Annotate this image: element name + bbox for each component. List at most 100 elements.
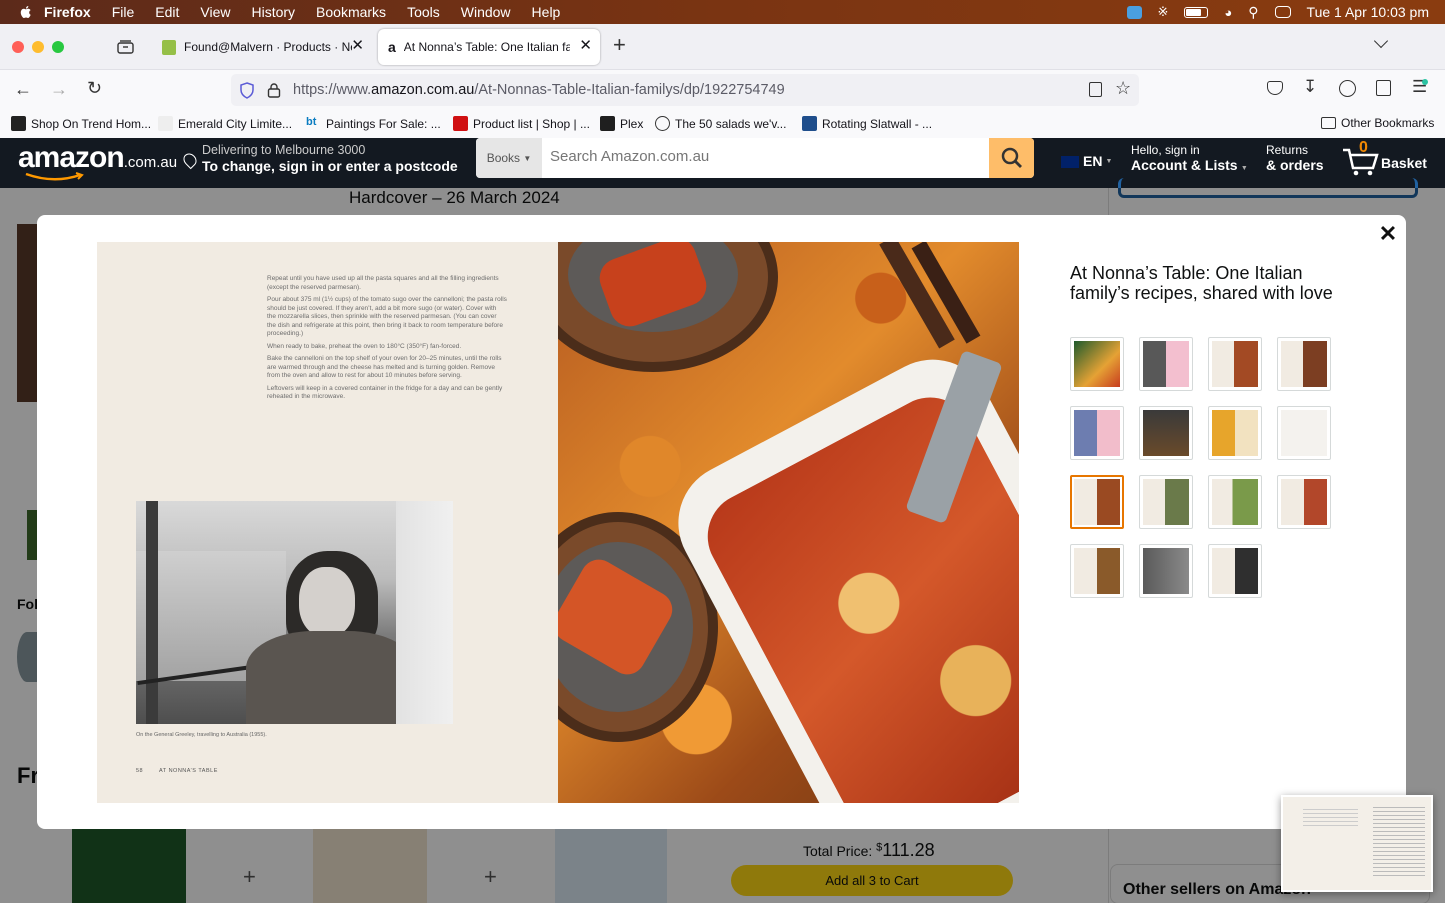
screenshot-preview-thumbnail[interactable] bbox=[1281, 795, 1433, 892]
search-button[interactable] bbox=[989, 138, 1034, 178]
back-arrow-icon[interactable]: ← bbox=[14, 79, 32, 100]
bookmark-label: Emerald City Limite... bbox=[178, 116, 293, 131]
thumbnail[interactable] bbox=[1277, 337, 1331, 391]
thumbnail[interactable] bbox=[1070, 406, 1124, 460]
bt-favicon-icon: bt bbox=[306, 116, 317, 128]
bookmark-item[interactable]: Emerald City Limite... bbox=[158, 116, 292, 131]
thumbnail-image bbox=[1074, 479, 1120, 525]
menu-file[interactable]: File bbox=[112, 4, 135, 20]
account-lists[interactable]: Hello, sign in Account & Lists ▼ bbox=[1131, 143, 1248, 176]
caret-down-icon: ▼ bbox=[1240, 165, 1248, 172]
lock-icon[interactable] bbox=[267, 82, 281, 98]
menu-edit[interactable]: Edit bbox=[155, 4, 179, 20]
reader-view-icon[interactable] bbox=[1089, 82, 1102, 97]
forward-arrow-icon[interactable]: → bbox=[50, 79, 68, 100]
language-selector[interactable]: EN ▼ bbox=[1061, 154, 1112, 169]
thumbnail[interactable] bbox=[1208, 544, 1262, 598]
deliver-line-1: Delivering to Melbourne 3000 bbox=[202, 143, 366, 157]
wifi-icon[interactable]: ◕ bbox=[1224, 5, 1232, 20]
returns-orders[interactable]: Returns & orders bbox=[1266, 143, 1324, 174]
url-bar[interactable]: https://www. amazon.com.au/At-Nonnas-Tabl… bbox=[231, 74, 1139, 106]
menu-app-name[interactable]: Firefox bbox=[44, 4, 91, 20]
menu-history[interactable]: History bbox=[251, 4, 295, 20]
thumbnail[interactable] bbox=[1277, 475, 1331, 529]
returns-line-1: Returns bbox=[1266, 143, 1309, 157]
url-domain: amazon.com.au bbox=[371, 82, 475, 98]
new-tab-icon[interactable]: + bbox=[613, 34, 626, 56]
reload-icon[interactable]: ↻ bbox=[87, 78, 102, 99]
window-close-button[interactable] bbox=[12, 41, 24, 53]
menu-help[interactable]: Help bbox=[532, 4, 561, 20]
thumbnail-image bbox=[1281, 341, 1327, 387]
delivery-location[interactable]: Delivering to Melbourne 3000 To change, s… bbox=[202, 142, 458, 175]
browser-nav-bar: ← → ↻ https://www. amazon.com.au/At-Nonna… bbox=[0, 70, 1445, 110]
control-center-icon[interactable] bbox=[1274, 6, 1291, 18]
globe-icon bbox=[655, 116, 670, 131]
bluetooth-icon[interactable]: ※ bbox=[1158, 4, 1169, 20]
amazon-logo[interactable]: amazon.com.au bbox=[18, 141, 177, 175]
window-zoom-button[interactable] bbox=[52, 41, 64, 53]
thumbnail[interactable] bbox=[1139, 544, 1193, 598]
thumbnail[interactable] bbox=[1208, 337, 1262, 391]
menu-tools[interactable]: Tools bbox=[407, 4, 440, 20]
menu-window[interactable]: Window bbox=[461, 4, 511, 20]
bookmark-star-icon[interactable]: ☆ bbox=[1115, 78, 1131, 99]
thumbnail-selected[interactable] bbox=[1070, 475, 1124, 529]
thumbnail[interactable] bbox=[1208, 475, 1262, 529]
deliver-line-2: To change, sign in or enter a postcode bbox=[202, 158, 458, 174]
menubar-clock[interactable]: Tue 1 Apr 10:03 pm bbox=[1307, 4, 1429, 20]
tab-found-malvern[interactable]: Found@Malvern · Products · Ne ✕ bbox=[152, 29, 372, 65]
thumbnail[interactable] bbox=[1208, 406, 1262, 460]
finder-status-icon[interactable] bbox=[1126, 5, 1142, 19]
thumbnail[interactable] bbox=[1139, 475, 1193, 529]
bookmark-item[interactable]: Product list | Shop | ... bbox=[453, 116, 590, 131]
amazon-logo-text: amazon bbox=[18, 141, 125, 174]
tab-at-nonnas-table[interactable]: a At Nonna’s Table: One Italian fa ✕ bbox=[378, 29, 600, 65]
thumbnail[interactable] bbox=[1070, 544, 1124, 598]
firefox-view-icon[interactable] bbox=[117, 39, 134, 54]
spotlight-search-icon[interactable]: ⚲ bbox=[1248, 4, 1258, 21]
returns-line-2: & orders bbox=[1266, 157, 1324, 173]
thumbnail-image bbox=[1143, 548, 1189, 594]
location-pin-icon bbox=[180, 150, 200, 170]
thumbnail[interactable] bbox=[1277, 406, 1331, 460]
image-viewer-modal: Repeat until you have used up all the pa… bbox=[37, 215, 1406, 829]
search-input[interactable]: Search Amazon.com.au bbox=[542, 138, 989, 178]
search-category-select[interactable]: Books ▼ bbox=[476, 138, 542, 178]
thumbnail[interactable] bbox=[1139, 337, 1193, 391]
window-minimize-button[interactable] bbox=[32, 41, 44, 53]
thumbnail-image bbox=[1143, 479, 1189, 525]
menu-bookmarks[interactable]: Bookmarks bbox=[316, 4, 386, 20]
bookmark-item[interactable]: bt Paintings For Sale: ... bbox=[306, 116, 441, 131]
basket-count: 0 bbox=[1359, 139, 1368, 156]
bookmark-item[interactable]: Rotating Slatwall - ... bbox=[802, 116, 932, 131]
bookmark-item[interactable]: The 50 salads we'v... bbox=[655, 116, 786, 131]
recipe-text: Repeat until you have used up all the pa… bbox=[267, 275, 507, 406]
thumbnail[interactable] bbox=[1070, 337, 1124, 391]
bookmarks-toolbar: Shop On Trend Hom... Emerald City Limite… bbox=[0, 110, 1445, 138]
apple-icon[interactable] bbox=[18, 4, 34, 20]
slatwall-favicon-icon bbox=[802, 116, 817, 131]
amazon-smile-arrow-icon bbox=[25, 172, 84, 181]
caret-down-icon: ▼ bbox=[1105, 158, 1113, 165]
preview-text-lines bbox=[1303, 809, 1358, 829]
tracking-protection-shield-icon[interactable] bbox=[239, 82, 255, 99]
page-folio: 58 AT NONNA’S TABLE bbox=[136, 768, 218, 774]
bookmark-item[interactable]: Plex bbox=[600, 116, 643, 131]
thumbnail-image bbox=[1074, 341, 1120, 387]
pocket-icon[interactable] bbox=[1267, 81, 1283, 95]
close-tab-icon[interactable]: ✕ bbox=[351, 38, 364, 54]
close-tab-icon[interactable]: ✕ bbox=[579, 38, 592, 54]
thumbnail[interactable] bbox=[1139, 406, 1193, 460]
downloads-icon[interactable]: ↧ bbox=[1303, 77, 1317, 97]
list-all-tabs-chevron-down-icon[interactable] bbox=[1373, 33, 1389, 49]
extensions-puzzle-icon[interactable] bbox=[1376, 80, 1391, 96]
amazon-search-bar: Books ▼ Search Amazon.com.au bbox=[476, 138, 1034, 178]
account-icon[interactable] bbox=[1339, 80, 1356, 97]
close-modal-icon[interactable]: ✕ bbox=[1377, 223, 1399, 245]
bookmark-item[interactable]: Shop On Trend Hom... bbox=[11, 116, 151, 131]
menu-view[interactable]: View bbox=[200, 4, 230, 20]
other-bookmarks[interactable]: Other Bookmarks bbox=[1321, 116, 1434, 130]
tab-title: At Nonna’s Table: One Italian fa bbox=[403, 40, 570, 54]
battery-icon[interactable] bbox=[1184, 6, 1209, 18]
